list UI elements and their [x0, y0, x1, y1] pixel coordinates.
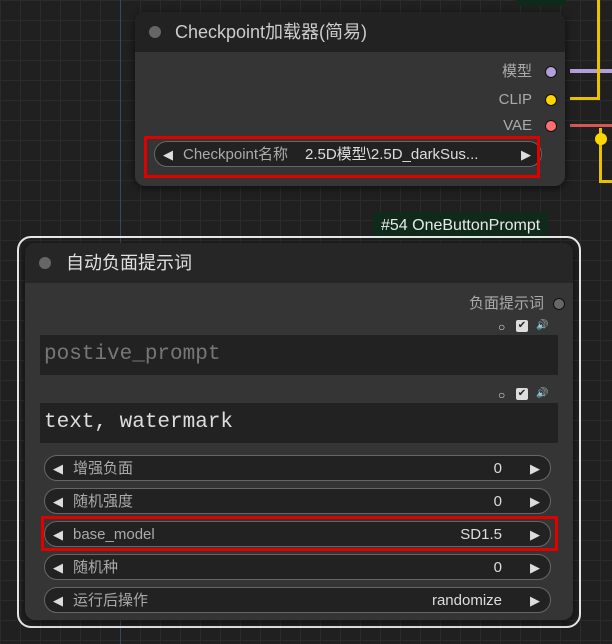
- check-icon[interactable]: ✔: [516, 388, 528, 400]
- model-wire: [570, 69, 612, 73]
- output-clip: CLIP: [499, 90, 532, 110]
- left-arrow-icon[interactable]: ◀: [53, 489, 63, 515]
- widget-value: 0: [493, 559, 502, 576]
- widget-label: 运行后操作: [73, 592, 149, 609]
- check-icon[interactable]: ✔: [516, 320, 528, 332]
- left-arrow-icon[interactable]: ◀: [53, 588, 63, 614]
- output-vae: VAE: [503, 116, 532, 136]
- right-arrow-icon[interactable]: ▶: [530, 456, 540, 482]
- node-badge: #54 OneButtonPrompt: [373, 212, 549, 239]
- node-title: 自动负面提示词: [66, 253, 192, 273]
- clip-socket[interactable]: [545, 94, 557, 106]
- speaker-icon[interactable]: 🔊: [536, 320, 548, 331]
- clip-wire-v: [597, 0, 600, 100]
- textarea-controls-2: ○ ✔ 🔊: [498, 388, 558, 402]
- clip-wire-h: [570, 97, 600, 100]
- positive-prompt-placeholder: postive_prompt: [44, 343, 221, 366]
- widget-value: randomize: [431, 592, 502, 609]
- after-run-action-widget[interactable]: ◀ 运行后操作 randomize ▶: [44, 587, 551, 613]
- highlight-box-checkpoint: [144, 136, 540, 178]
- negative-prompt-text: text, watermark: [44, 411, 234, 434]
- node-title: Checkpoint加载器(简易): [175, 22, 368, 42]
- widget-value: 0: [493, 493, 502, 510]
- model-socket[interactable]: [545, 66, 557, 78]
- clip-wire-h2: [599, 180, 612, 183]
- textarea-controls-1: ○ ✔ 🔊: [498, 320, 558, 334]
- left-arrow-icon[interactable]: ◀: [53, 456, 63, 482]
- widget-label: 随机种: [73, 559, 119, 576]
- output-label-clip: CLIP: [498, 91, 532, 108]
- negative-prompt-socket[interactable]: [553, 298, 565, 310]
- vae-wire: [570, 124, 612, 127]
- positive-prompt-textarea[interactable]: postive_prompt: [40, 335, 558, 375]
- highlight-box-base-model: [41, 516, 558, 551]
- left-arrow-icon[interactable]: ◀: [53, 555, 63, 581]
- node-badge-text: #54 OneButtonPrompt: [381, 217, 541, 234]
- circle-icon[interactable]: ○: [498, 320, 505, 334]
- output-model: 模型: [502, 62, 532, 82]
- right-arrow-icon[interactable]: ▶: [530, 489, 540, 515]
- widget-value: 0: [493, 460, 502, 477]
- widget-label: 随机强度: [73, 493, 134, 510]
- collapse-dot[interactable]: [39, 257, 51, 269]
- widget-label: 增强负面: [73, 460, 134, 477]
- output-label-vae: VAE: [503, 117, 532, 134]
- output-label-model: 模型: [501, 63, 532, 80]
- random-strength-widget[interactable]: ◀ 随机强度 0 ▶: [44, 488, 551, 514]
- enhance-negative-widget[interactable]: ◀ 增强负面 0 ▶: [44, 455, 551, 481]
- negative-prompt-textarea[interactable]: text, watermark: [40, 403, 558, 443]
- vae-socket[interactable]: [545, 120, 557, 132]
- right-arrow-icon[interactable]: ▶: [530, 555, 540, 581]
- output-negative-prompt: 负面提示词: [469, 294, 544, 314]
- offscreen-node-badge: [516, 0, 566, 6]
- right-arrow-icon[interactable]: ▶: [530, 588, 540, 614]
- circle-icon[interactable]: ○: [498, 388, 505, 402]
- output-label-negative: 负面提示词: [468, 295, 544, 312]
- speaker-icon[interactable]: 🔊: [536, 388, 548, 399]
- collapse-dot[interactable]: [149, 26, 161, 38]
- wire-reroute-dot: [595, 133, 607, 145]
- auto-negative-prompt-node[interactable]: 自动负面提示词 负面提示词 ○ ✔ 🔊 postive_prompt ○ ✔ 🔊…: [25, 243, 573, 620]
- random-seed-widget[interactable]: ◀ 随机种 0 ▶: [44, 554, 551, 580]
- node-title-bar[interactable]: Checkpoint加载器(简易): [135, 12, 565, 52]
- node-title-bar[interactable]: 自动负面提示词: [25, 243, 573, 283]
